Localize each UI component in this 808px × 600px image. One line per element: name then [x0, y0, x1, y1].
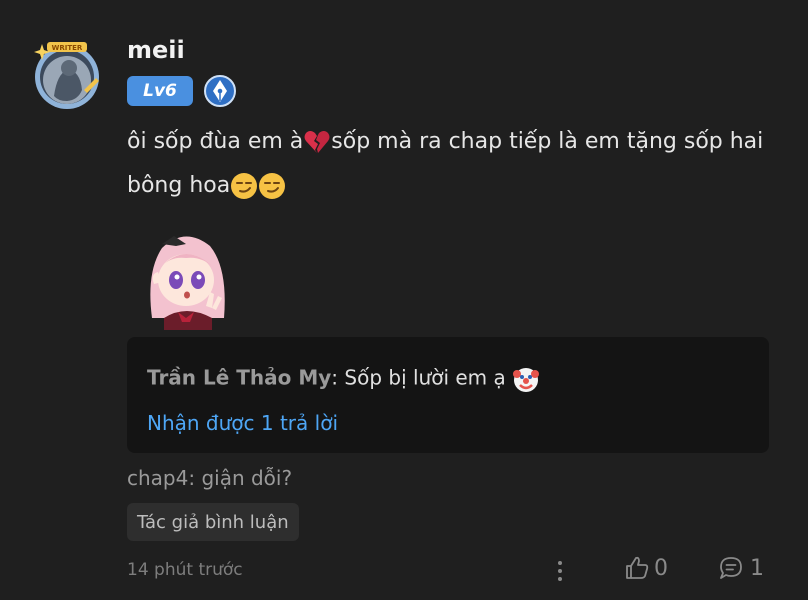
user-badges: Lv6 [127, 74, 237, 108]
like-button[interactable]: 0 [624, 555, 668, 581]
author-comment-tag: Tác giả bình luận [127, 503, 299, 541]
level-badge: Lv6 [127, 76, 193, 106]
clown-face-icon [513, 368, 540, 392]
comment-bubble-icon [720, 557, 742, 579]
broken-heart-icon [304, 131, 330, 153]
chapter-label[interactable]: chap4: giận dỗi? [127, 466, 292, 490]
smirk-face-icon [259, 173, 286, 199]
username[interactable]: meii [127, 36, 185, 64]
pen-nib-icon [204, 75, 236, 107]
user-avatar[interactable]: WRITER [32, 40, 102, 110]
avatar-badge-text: WRITER [52, 44, 83, 52]
writer-avatar-icon: WRITER [34, 42, 99, 109]
smirk-face-icon [231, 173, 258, 199]
reply-text: : Sốp bị lười em ạ [331, 365, 506, 390]
reply-author[interactable]: Trần Lê Thảo My [147, 366, 331, 390]
like-count: 0 [654, 555, 668, 581]
comment-text: ôi sốp đùa em à sốp mà ra chap tiếp là e… [127, 120, 767, 208]
reply-count: 1 [750, 555, 764, 581]
timestamp: 14 phút trước [127, 560, 243, 580]
reply-count-link[interactable]: Nhận được 1 trả lời [147, 411, 338, 435]
thumbs-up-icon [626, 556, 649, 579]
reply-line: Trần Lê Thảo My: Sốp bị lười em ạ [147, 365, 540, 393]
anime-girl-sticker [150, 236, 225, 330]
more-options-icon[interactable] [550, 558, 570, 584]
reply-button[interactable]: 1 [718, 555, 764, 581]
reply-preview[interactable]: Trần Lê Thảo My: Sốp bị lười em ạ Nhận đ… [127, 337, 769, 453]
comment-text-part1: ôi sốp đùa em à [127, 129, 304, 154]
